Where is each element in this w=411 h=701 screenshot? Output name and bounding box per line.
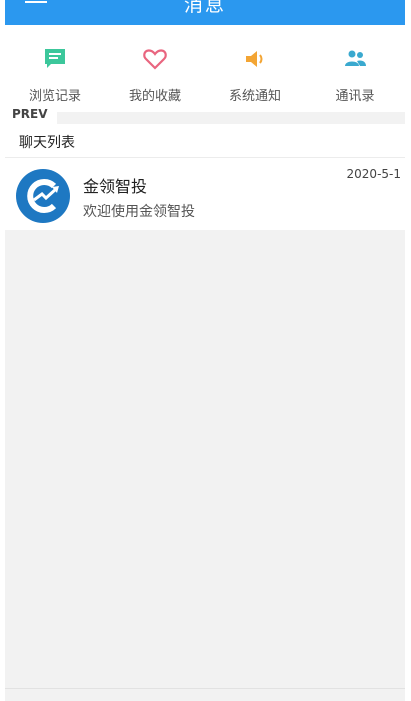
chat-list-title: 聊天列表 (19, 135, 75, 151)
tab-label: 浏览记录 (28, 89, 81, 104)
tab-label: 系统通知 (228, 89, 281, 104)
tab-browse-history[interactable]: 浏览记录 (5, 25, 105, 112)
jinling-logo-icon (16, 169, 70, 223)
heart-icon (143, 49, 167, 70)
tab-contacts[interactable]: 通讯录 (305, 25, 405, 112)
chat-date: 2020-5-1 (346, 167, 401, 181)
bottom-divider (5, 688, 405, 689)
chat-list-item[interactable]: 金领智投 欢迎使用金领智投 2020-5-1 (5, 158, 405, 230)
section-gap (5, 112, 405, 124)
tab-system-notice[interactable]: 系统通知 (205, 25, 305, 112)
chat-preview: 欢迎使用金领智投 (83, 204, 195, 220)
prev-label[interactable]: PREV (5, 104, 57, 124)
chat-name: 金领智投 (83, 177, 148, 196)
contacts-icon (345, 50, 366, 66)
tab-label: 通讯录 (335, 89, 375, 104)
page-title: 消息 (183, 0, 226, 16)
quick-tabs: 浏览记录 我的收藏 系统通知 通讯录 (5, 25, 405, 112)
speaker-icon (246, 51, 263, 67)
chat-bubble-icon (45, 49, 65, 68)
tab-favorites[interactable]: 我的收藏 (105, 25, 205, 112)
app-header: 消息 (5, 0, 405, 25)
phone-screen: 消息 浏览记录 我的收藏 系统通知 通讯录 PREV 聊天列表 金领智投 欢迎使… (5, 0, 405, 701)
chat-list-header: 聊天列表 (5, 124, 405, 158)
tab-label: 我的收藏 (128, 89, 181, 104)
